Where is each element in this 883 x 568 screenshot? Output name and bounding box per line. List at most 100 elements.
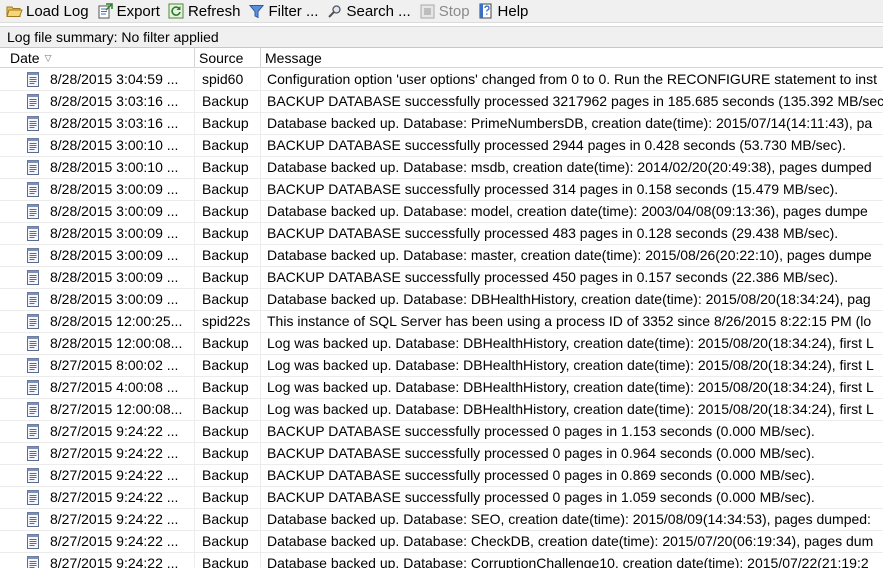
table-row[interactable]: 8/27/2015 9:24:22 ... Backup BACKUP DATABA…: [0, 465, 883, 487]
table-row[interactable]: 8/27/2015 9:24:22 ... Backup BACKUP DATABA…: [0, 421, 883, 443]
help-book-icon: [478, 3, 495, 19]
table-row[interactable]: 8/27/2015 9:24:22 ... Backup Database back…: [0, 553, 883, 568]
message-cell: Database backed up. Database: model, cre…: [267, 203, 868, 219]
log-entry-icon: [26, 336, 40, 351]
date-text: 8/27/2015 4:00:08 ...: [50, 379, 179, 395]
date-text: 8/28/2015 12:00:08...: [50, 335, 183, 351]
log-summary-bar: Log file summary: No filter applied: [0, 26, 883, 48]
table-row[interactable]: 8/27/2015 4:00:08 ... Backup Log was backe…: [0, 377, 883, 399]
table-row[interactable]: 8/28/2015 12:00:08... Backup Log was backe…: [0, 333, 883, 355]
date-cell: 8/28/2015 3:00:09 ...: [0, 289, 195, 310]
date-cell: 8/27/2015 9:24:22 ...: [0, 509, 195, 530]
date-text: 8/28/2015 3:00:09 ...: [50, 291, 179, 307]
message-cell: BACKUP DATABASE successfully processed 0…: [267, 445, 815, 461]
refresh-button[interactable]: Refresh: [166, 1, 244, 22]
source-column-header[interactable]: Source: [195, 48, 261, 68]
help-button[interactable]: Help: [476, 1, 532, 22]
table-row[interactable]: 8/28/2015 3:00:10 ... Backup Database back…: [0, 157, 883, 179]
source-cell: Backup: [195, 487, 261, 508]
date-cell: 8/27/2015 9:24:22 ...: [0, 421, 195, 442]
table-row[interactable]: 8/28/2015 3:00:09 ... Backup Database back…: [0, 201, 883, 223]
date-cell: 8/28/2015 3:00:09 ...: [0, 223, 195, 244]
table-row[interactable]: 8/28/2015 3:00:10 ... Backup BACKUP DATABA…: [0, 135, 883, 157]
log-rows: 8/28/2015 3:04:59 ... spid60 Configuration…: [0, 69, 883, 568]
date-cell: 8/28/2015 3:04:59 ...: [0, 69, 195, 90]
table-row[interactable]: 8/28/2015 12:00:25... spid22s This instanc…: [0, 311, 883, 333]
date-cell: 8/28/2015 12:00:08...: [0, 333, 195, 354]
source-cell: Backup: [195, 443, 261, 464]
table-row[interactable]: 8/27/2015 12:00:08... Backup Log was backe…: [0, 399, 883, 421]
table-row[interactable]: 8/28/2015 3:03:16 ... Backup BACKUP DATABA…: [0, 91, 883, 113]
stop-button[interactable]: Stop: [417, 1, 473, 22]
export-label: Export: [116, 2, 160, 20]
table-row[interactable]: 8/27/2015 9:24:22 ... Backup BACKUP DATABA…: [0, 443, 883, 465]
table-row[interactable]: 8/28/2015 3:04:59 ... spid60 Configuration…: [0, 69, 883, 91]
log-entry-icon: [26, 358, 40, 373]
log-entry-icon: [26, 94, 40, 109]
date-column-header[interactable]: Date ▽: [0, 48, 195, 68]
load-log-button[interactable]: Load Log: [4, 1, 92, 22]
source-cell: Backup: [195, 553, 261, 568]
date-cell: 8/28/2015 3:00:09 ...: [0, 201, 195, 222]
log-entry-icon: [26, 204, 40, 219]
source-cell: Backup: [195, 465, 261, 486]
stop-icon: [419, 3, 436, 19]
log-entry-icon: [26, 402, 40, 417]
toolbar: Load Log Export Refresh Filter ... Searc…: [0, 0, 883, 23]
message-header-label: Message: [265, 50, 322, 66]
source-cell: Backup: [195, 245, 261, 266]
search-icon: [326, 3, 343, 19]
message-cell: BACKUP DATABASE successfully processed 2…: [267, 137, 846, 153]
sort-descending-icon: ▽: [44, 53, 52, 63]
table-row[interactable]: 8/27/2015 9:24:22 ... Backup BACKUP DATABA…: [0, 487, 883, 509]
export-icon: [97, 3, 114, 19]
source-cell: Backup: [195, 201, 261, 222]
message-cell: BACKUP DATABASE successfully processed 0…: [267, 489, 815, 505]
filter-label: Filter ...: [268, 2, 319, 20]
log-entry-icon: [26, 314, 40, 329]
date-cell: 8/27/2015 12:00:08...: [0, 399, 195, 420]
source-cell: Backup: [195, 223, 261, 244]
date-cell: 8/27/2015 8:00:02 ...: [0, 355, 195, 376]
date-text: 8/28/2015 3:00:09 ...: [50, 269, 179, 285]
log-entry-icon: [26, 160, 40, 175]
source-cell: Backup: [195, 157, 261, 178]
source-cell: Backup: [195, 179, 261, 200]
date-text: 8/27/2015 9:24:22 ...: [50, 423, 179, 439]
search-button[interactable]: Search ...: [324, 1, 413, 22]
log-entry-icon: [26, 468, 40, 483]
table-row[interactable]: 8/28/2015 3:00:09 ... Backup BACKUP DATABA…: [0, 223, 883, 245]
date-text: 8/27/2015 12:00:08...: [50, 401, 183, 417]
date-cell: 8/28/2015 3:03:16 ...: [0, 91, 195, 112]
message-cell: Log was backed up. Database: DBHealthHis…: [267, 379, 874, 395]
date-cell: 8/28/2015 3:00:09 ...: [0, 179, 195, 200]
table-row[interactable]: 8/27/2015 9:24:22 ... Backup Database back…: [0, 509, 883, 531]
table-row[interactable]: 8/27/2015 8:00:02 ... Backup Log was backe…: [0, 355, 883, 377]
export-button[interactable]: Export: [95, 1, 163, 22]
date-text: 8/28/2015 3:00:09 ...: [50, 181, 179, 197]
date-cell: 8/28/2015 3:00:10 ...: [0, 135, 195, 156]
table-row[interactable]: 8/28/2015 3:00:09 ... Backup Database back…: [0, 289, 883, 311]
filter-button[interactable]: Filter ...: [246, 1, 321, 22]
source-cell: Backup: [195, 267, 261, 288]
message-cell: Database backed up. Database: PrimeNumbe…: [267, 115, 873, 131]
date-text: 8/27/2015 9:24:22 ...: [50, 489, 179, 505]
message-cell: Configuration option 'user options' chan…: [267, 71, 877, 87]
date-cell: 8/27/2015 9:24:22 ...: [0, 443, 195, 464]
log-entry-icon: [26, 270, 40, 285]
log-entry-icon: [26, 534, 40, 549]
table-row[interactable]: 8/28/2015 3:00:09 ... Backup BACKUP DATABA…: [0, 267, 883, 289]
source-cell: Backup: [195, 355, 261, 376]
table-row[interactable]: 8/27/2015 9:24:22 ... Backup Database back…: [0, 531, 883, 553]
table-row[interactable]: 8/28/2015 3:03:16 ... Backup Database back…: [0, 113, 883, 135]
source-cell: Backup: [195, 113, 261, 134]
table-row[interactable]: 8/28/2015 3:00:09 ... Backup Database back…: [0, 245, 883, 267]
source-cell: Backup: [195, 531, 261, 552]
date-cell: 8/27/2015 9:24:22 ...: [0, 531, 195, 552]
table-row[interactable]: 8/28/2015 3:00:09 ... Backup BACKUP DATABA…: [0, 179, 883, 201]
filter-icon: [248, 3, 265, 19]
log-entry-icon: [26, 424, 40, 439]
log-entry-icon: [26, 446, 40, 461]
source-cell: spid22s: [195, 311, 261, 332]
message-column-header[interactable]: Message: [261, 48, 883, 68]
